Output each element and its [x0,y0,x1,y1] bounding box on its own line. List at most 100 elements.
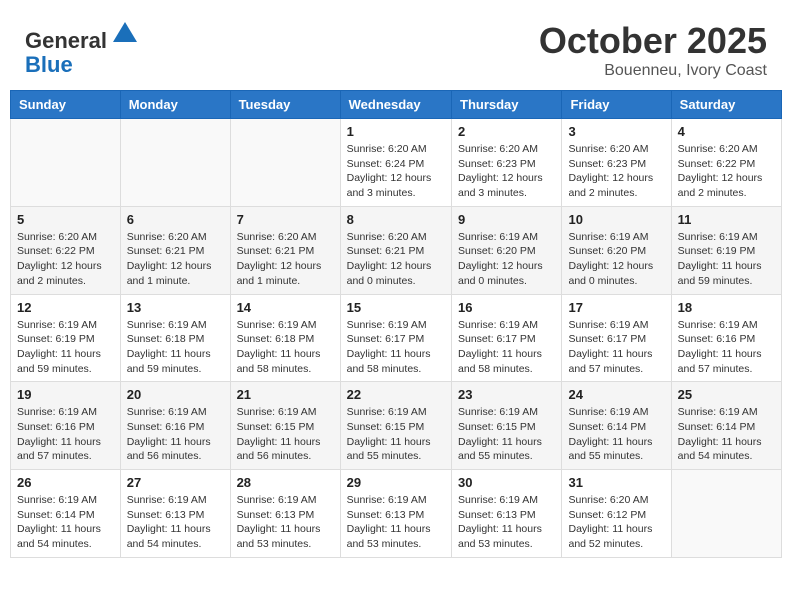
location: Bouenneu, Ivory Coast [539,62,767,80]
day-number: 4 [678,124,775,139]
day-info: Sunrise: 6:19 AMSunset: 6:16 PMDaylight:… [17,405,114,464]
day-info: Sunrise: 6:19 AMSunset: 6:13 PMDaylight:… [237,493,334,552]
day-info: Sunrise: 6:19 AMSunset: 6:17 PMDaylight:… [458,318,555,377]
calendar-cell: 15Sunrise: 6:19 AMSunset: 6:17 PMDayligh… [340,294,451,382]
day-info: Sunrise: 6:19 AMSunset: 6:13 PMDaylight:… [127,493,224,552]
day-number: 9 [458,212,555,227]
day-info: Sunrise: 6:20 AMSunset: 6:21 PMDaylight:… [237,230,334,289]
day-number: 28 [237,475,334,490]
calendar-cell: 14 Sunrise: 6:19 AMSunset: 6:18 PMDayligh… [230,294,340,382]
day-info: Sunrise: 6:19 AMSunset: 6:19 PMDaylight:… [17,318,114,377]
calendar-cell: 9 Sunrise: 6:19 AMSunset: 6:20 PMDaylight… [452,206,562,294]
calendar-cell: 13Sunrise: 6:19 AMSunset: 6:18 PMDayligh… [120,294,230,382]
day-info: Sunrise: 6:19 AMSunset: 6:16 PMDaylight:… [678,318,775,377]
calendar-cell: 25Sunrise: 6:19 AMSunset: 6:14 PMDayligh… [671,382,781,470]
weekday-header: Monday [120,91,230,119]
day-number: 29 [347,475,445,490]
day-number: 5 [17,212,114,227]
calendar-week-row: 19 Sunrise: 6:19 AMSunset: 6:16 PMDayligh… [11,382,782,470]
day-info: Sunrise: 6:20 AMSunset: 6:22 PMDaylight:… [17,230,114,289]
day-number: 19 [17,387,114,402]
logo: General Blue [25,20,139,77]
weekday-header: Sunday [11,91,121,119]
day-number: 10 [568,212,664,227]
calendar-week-row: 5 Sunrise: 6:20 AMSunset: 6:22 PMDaylight… [11,206,782,294]
calendar-cell: 27 Sunrise: 6:19 AMSunset: 6:13 PMDayligh… [120,470,230,558]
calendar-week-row: 12Sunrise: 6:19 AMSunset: 6:19 PMDayligh… [11,294,782,382]
day-info: Sunrise: 6:19 AMSunset: 6:13 PMDaylight:… [458,493,555,552]
day-number: 27 [127,475,224,490]
calendar-cell: 23 Sunrise: 6:19 AMSunset: 6:15 PMDayligh… [452,382,562,470]
day-number: 21 [237,387,334,402]
day-number: 30 [458,475,555,490]
calendar-cell: 17 Sunrise: 6:19 AMSunset: 6:17 PMDayligh… [562,294,671,382]
day-info: Sunrise: 6:19 AMSunset: 6:15 PMDaylight:… [458,405,555,464]
day-number: 8 [347,212,445,227]
day-number: 23 [458,387,555,402]
day-info: Sunrise: 6:20 AMSunset: 6:23 PMDaylight:… [568,142,664,201]
calendar-cell: 5 Sunrise: 6:20 AMSunset: 6:22 PMDaylight… [11,206,121,294]
calendar-cell [230,119,340,207]
calendar-cell: 30 Sunrise: 6:19 AMSunset: 6:13 PMDayligh… [452,470,562,558]
day-info: Sunrise: 6:19 AMSunset: 6:17 PMDaylight:… [347,318,445,377]
day-info: Sunrise: 6:20 AMSunset: 6:24 PMDaylight:… [347,142,445,201]
weekday-header-row: SundayMondayTuesdayWednesdayThursdayFrid… [11,91,782,119]
day-number: 25 [678,387,775,402]
calendar-cell: 10 Sunrise: 6:19 AMSunset: 6:20 PMDayligh… [562,206,671,294]
calendar-cell: 18 Sunrise: 6:19 AMSunset: 6:16 PMDayligh… [671,294,781,382]
calendar-cell: 21 Sunrise: 6:19 AMSunset: 6:15 PMDayligh… [230,382,340,470]
day-info: Sunrise: 6:19 AMSunset: 6:18 PMDaylight:… [237,318,334,377]
weekday-header: Wednesday [340,91,451,119]
day-info: Sunrise: 6:19 AMSunset: 6:20 PMDaylight:… [458,230,555,289]
day-number: 14 [237,300,334,315]
day-info: Sunrise: 6:19 AMSunset: 6:20 PMDaylight:… [568,230,664,289]
day-number: 3 [568,124,664,139]
calendar-cell: 8 Sunrise: 6:20 AMSunset: 6:21 PMDaylight… [340,206,451,294]
day-info: Sunrise: 6:20 AMSunset: 6:22 PMDaylight:… [678,142,775,201]
calendar-cell: 12Sunrise: 6:19 AMSunset: 6:19 PMDayligh… [11,294,121,382]
calendar-table: SundayMondayTuesdayWednesdayThursdayFrid… [10,90,782,558]
calendar-cell: 11 Sunrise: 6:19 AMSunset: 6:19 PMDayligh… [671,206,781,294]
day-number: 11 [678,212,775,227]
calendar-week-row: 1 Sunrise: 6:20 AMSunset: 6:24 PMDaylight… [11,119,782,207]
calendar-cell: 31 Sunrise: 6:20 AMSunset: 6:12 PMDayligh… [562,470,671,558]
calendar-cell [11,119,121,207]
calendar-cell: 6Sunrise: 6:20 AMSunset: 6:21 PMDaylight… [120,206,230,294]
calendar-cell: 19 Sunrise: 6:19 AMSunset: 6:16 PMDayligh… [11,382,121,470]
calendar-cell [120,119,230,207]
day-number: 20 [127,387,224,402]
day-number: 26 [17,475,114,490]
day-number: 1 [347,124,445,139]
day-number: 7 [237,212,334,227]
weekday-header: Saturday [671,91,781,119]
logo-blue-text: Blue [25,52,73,77]
day-info: Sunrise: 6:19 AMSunset: 6:16 PMDaylight:… [127,405,224,464]
day-number: 18 [678,300,775,315]
day-number: 13 [127,300,224,315]
day-number: 22 [347,387,445,402]
calendar-cell: 16 Sunrise: 6:19 AMSunset: 6:17 PMDayligh… [452,294,562,382]
day-info: Sunrise: 6:20 AMSunset: 6:21 PMDaylight:… [347,230,445,289]
day-info: Sunrise: 6:20 AMSunset: 6:23 PMDaylight:… [458,142,555,201]
day-info: Sunrise: 6:19 AMSunset: 6:19 PMDaylight:… [678,230,775,289]
day-number: 2 [458,124,555,139]
calendar-cell: 28 Sunrise: 6:19 AMSunset: 6:13 PMDayligh… [230,470,340,558]
day-number: 24 [568,387,664,402]
calendar-cell [671,470,781,558]
day-info: Sunrise: 6:20 AMSunset: 6:21 PMDaylight:… [127,230,224,289]
day-info: Sunrise: 6:19 AMSunset: 6:17 PMDaylight:… [568,318,664,377]
calendar-cell: 29 Sunrise: 6:19 AMSunset: 6:13 PMDayligh… [340,470,451,558]
calendar-cell: 20 Sunrise: 6:19 AMSunset: 6:16 PMDayligh… [120,382,230,470]
month-title: October 2025 [539,20,767,62]
day-info: Sunrise: 6:19 AMSunset: 6:13 PMDaylight:… [347,493,445,552]
day-number: 31 [568,475,664,490]
calendar-week-row: 26Sunrise: 6:19 AMSunset: 6:14 PMDayligh… [11,470,782,558]
calendar-cell: 24 Sunrise: 6:19 AMSunset: 6:14 PMDayligh… [562,382,671,470]
day-number: 17 [568,300,664,315]
day-info: Sunrise: 6:20 AMSunset: 6:12 PMDaylight:… [568,493,664,552]
day-info: Sunrise: 6:19 AMSunset: 6:14 PMDaylight:… [568,405,664,464]
calendar-cell: 3 Sunrise: 6:20 AMSunset: 6:23 PMDaylight… [562,119,671,207]
day-number: 16 [458,300,555,315]
page-header: General Blue October 2025 Bouenneu, Ivor… [10,10,782,85]
day-info: Sunrise: 6:19 AMSunset: 6:15 PMDaylight:… [237,405,334,464]
